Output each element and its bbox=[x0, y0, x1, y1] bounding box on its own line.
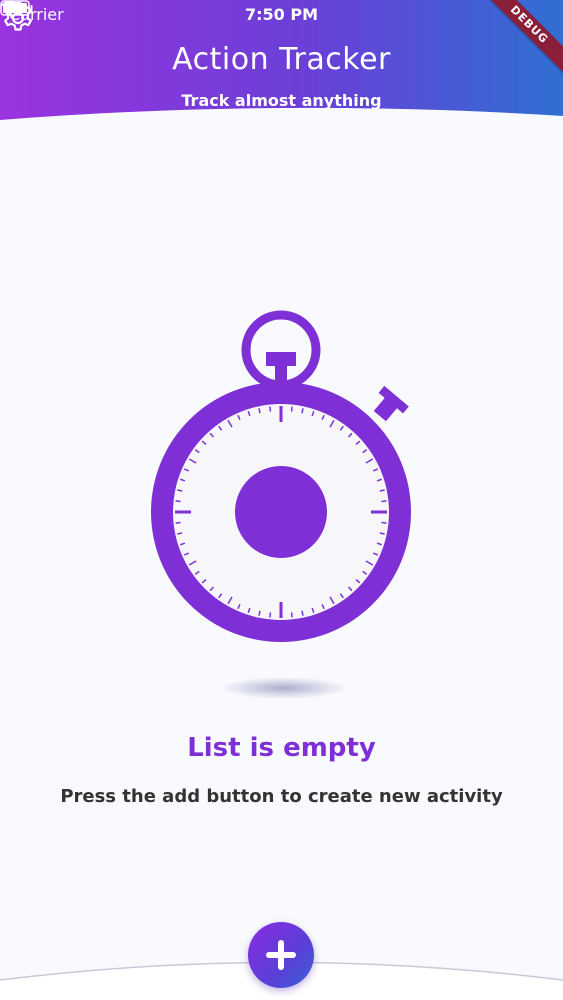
status-bar: Carrier 7:50 PM bbox=[0, 0, 563, 30]
add-activity-button[interactable] bbox=[248, 922, 314, 988]
gear-icon[interactable] bbox=[0, 0, 36, 36]
dial-tick bbox=[379, 532, 385, 535]
dial-tick bbox=[301, 610, 304, 616]
empty-state-message: Press the add button to create new activ… bbox=[60, 786, 503, 807]
dial-tick bbox=[258, 408, 261, 414]
dial-tick bbox=[290, 406, 293, 412]
dial-tick bbox=[175, 500, 181, 503]
dial-tick bbox=[381, 500, 387, 503]
dial-tick bbox=[177, 532, 183, 535]
app-header: Carrier 7:50 PM Action Tracker Track alm… bbox=[0, 0, 563, 132]
app-title: Action Tracker bbox=[172, 42, 391, 77]
dial-tick bbox=[258, 610, 261, 616]
dial-tick bbox=[379, 489, 385, 492]
dial-tick bbox=[269, 612, 272, 618]
stopwatch-icon bbox=[151, 310, 411, 699]
dial-tick bbox=[175, 521, 181, 524]
plus-icon bbox=[266, 940, 296, 970]
app-subtitle: Track almost anything bbox=[181, 91, 382, 110]
empty-state-title: List is empty bbox=[187, 733, 376, 763]
status-time: 7:50 PM bbox=[244, 5, 318, 24]
dial-tick bbox=[301, 408, 304, 414]
dial-tick bbox=[290, 612, 293, 618]
dial-tick bbox=[269, 406, 272, 412]
dial-tick bbox=[177, 489, 183, 492]
dial-tick bbox=[381, 521, 387, 524]
